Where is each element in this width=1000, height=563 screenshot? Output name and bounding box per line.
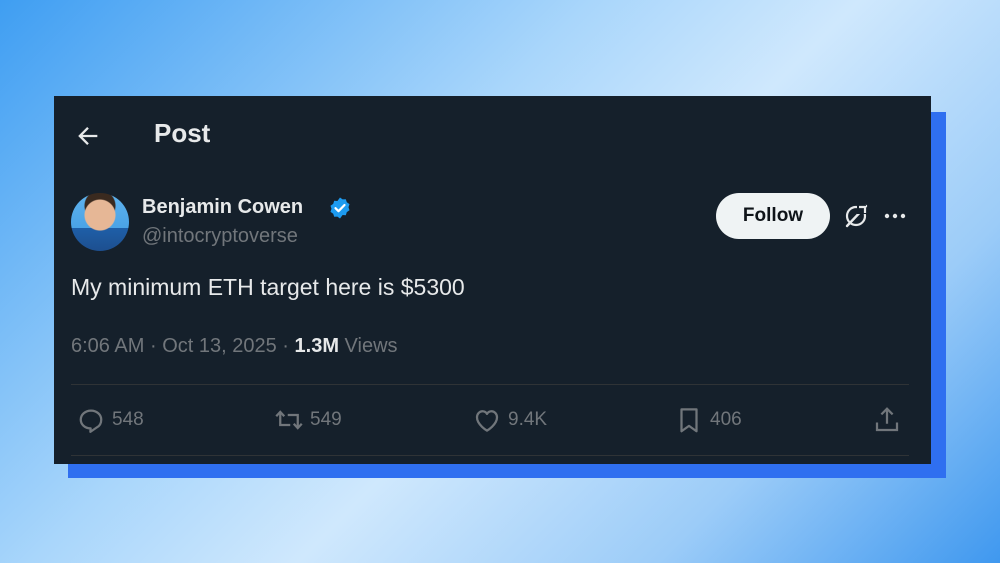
post-time[interactable]: 6:06 AM: [71, 335, 144, 357]
post-header: Post: [54, 96, 931, 172]
author-name[interactable]: Benjamin Cowen: [142, 196, 303, 219]
post-text: My minimum ETH target here is $5300: [71, 274, 465, 300]
meta-separator: ·: [149, 335, 157, 357]
author-handle[interactable]: @intocryptoverse: [142, 225, 298, 248]
like-count: 9.4K: [508, 409, 548, 430]
grok-icon[interactable]: [842, 202, 870, 230]
meta-separator: ·: [282, 335, 289, 357]
divider: [71, 455, 909, 456]
share-button[interactable]: [872, 405, 908, 435]
post-date[interactable]: Oct 13, 2025: [162, 335, 277, 357]
reply-icon: [79, 409, 103, 433]
like-icon: [475, 410, 499, 432]
bookmark-button[interactable]: 406: [674, 405, 742, 435]
page-title: Post: [154, 118, 211, 148]
share-icon: [875, 407, 899, 432]
post-meta: 6:06 AM · Oct 13, 2025 · 1.3M Views: [71, 335, 398, 358]
follow-button[interactable]: Follow: [716, 193, 830, 239]
bookmark-icon: [680, 408, 698, 433]
like-button[interactable]: 9.4K: [472, 405, 547, 435]
more-icon[interactable]: [882, 204, 908, 228]
views-count: 1.3M: [294, 335, 339, 357]
reply-count: 548: [112, 409, 144, 430]
views-label: Views: [344, 335, 398, 357]
divider: [71, 384, 909, 385]
repost-button[interactable]: 549: [274, 405, 342, 435]
repost-count: 549: [310, 409, 342, 430]
bookmark-count: 406: [710, 409, 742, 430]
reply-button[interactable]: 548: [76, 405, 144, 435]
verified-badge-icon: [330, 197, 350, 219]
repost-icon: [275, 410, 303, 430]
post-card: Post Benjamin Cowen @intocryptoverse Fol…: [54, 96, 931, 464]
back-arrow-icon[interactable]: [74, 122, 102, 150]
avatar[interactable]: [71, 193, 129, 251]
